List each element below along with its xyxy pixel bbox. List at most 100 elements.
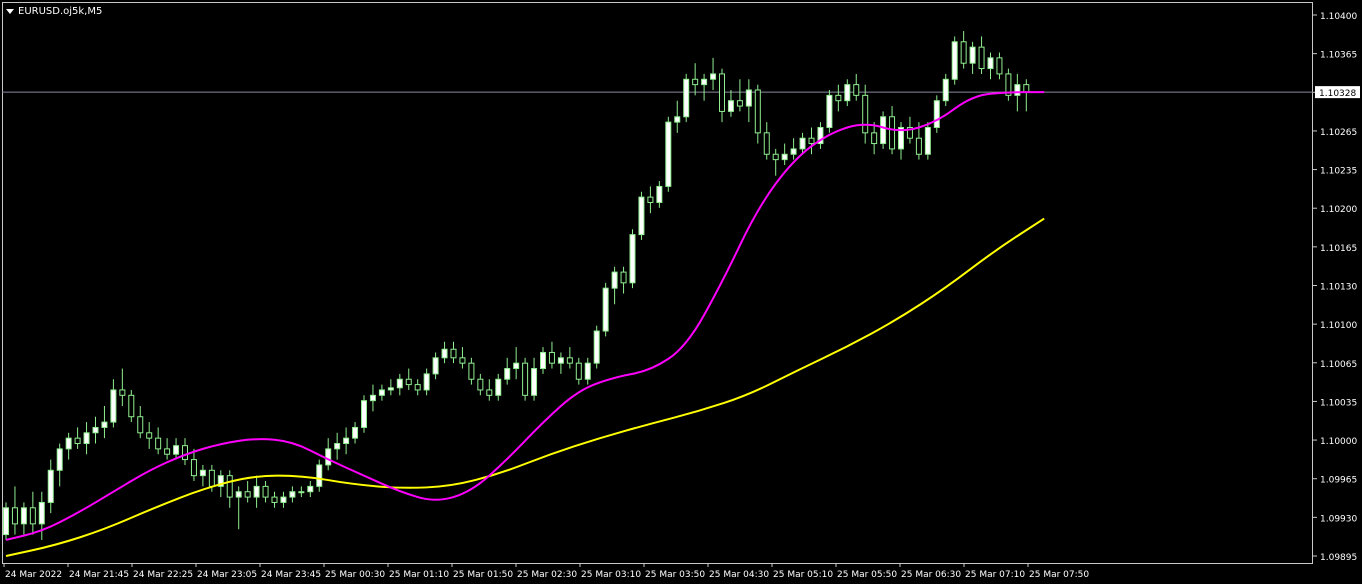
candle-body-bull [1014,84,1021,96]
candle [235,486,242,530]
x-tick-label: 25 Mar 03:10 [581,570,641,580]
candle-body-bull [173,445,180,455]
candle [262,481,269,503]
candle-body-bull [352,426,359,439]
candle [826,89,833,133]
candle [647,186,654,214]
y-tick-label: 1.10365 [1320,51,1357,61]
candle-body-bull [65,437,72,450]
candle-body-bull [987,57,994,70]
candle [119,368,126,407]
candle-body-bull [316,464,323,487]
y-tick-label: 1.10200 [1320,205,1357,215]
candle-body-bear [190,459,197,477]
dropdown-triangle-icon[interactable] [6,8,14,14]
y-tick-label: 1.10265 [1320,128,1357,138]
candle [1023,79,1030,112]
candle [173,438,180,460]
candle-body-bear [889,116,896,150]
candle-body-bear [978,46,985,70]
candle-body-bear [772,153,779,161]
candle [396,373,403,396]
candle [110,379,117,428]
candle-body-bear [11,507,18,525]
candle-body-bear [996,57,1003,75]
x-tick-label: 25 Mar 07:50 [1029,570,1089,580]
candle-body-bull [602,287,609,332]
y-tick-label: 1.10000 [1320,437,1357,447]
candle-body-bear [262,485,269,498]
candle-body-bull [199,469,206,477]
candle-body-bull [369,394,376,402]
candle-body-bull [343,437,350,445]
candle [969,41,976,74]
candle [352,422,359,444]
x-tick-label: 25 Mar 05:50 [837,570,897,580]
candle-body-bull [683,78,690,118]
candle [575,357,582,385]
x-tick-label: 24 Mar 2022 [5,570,62,580]
candle-body-bear [208,469,215,487]
candle [880,111,887,149]
candle [101,406,108,439]
y-tick-label: 1.09895 [1320,553,1357,563]
candle [199,464,206,487]
candle-body-bull [611,271,618,289]
candle [378,384,385,401]
candle [146,422,153,449]
candle [244,481,251,503]
candle-body-bull [638,196,645,236]
candle-body-bear [182,445,188,461]
candle [343,427,350,455]
y-tick-label: 1.10400 [1320,12,1357,22]
candle-body-bull [745,89,752,107]
y-tick-label: 1.10130 [1320,283,1357,293]
candle-body-bear [146,432,153,439]
candle [450,341,457,364]
candle-body-bear [835,94,842,102]
candle-body-bear [486,389,493,396]
candle-body-bear [414,384,421,391]
candlestick-chart[interactable]: 1.104001.103651.103001.102651.102351.102… [0,0,1362,584]
candle [817,122,824,149]
symbol-timeframe-label[interactable]: EURUSD.oj5k,M5 [6,3,102,19]
candle [710,57,717,90]
candle [155,427,162,455]
candle-body-bull [942,78,949,102]
candle [942,73,949,107]
candle [190,448,197,482]
candle-body-bull [378,389,385,396]
candle-body-bear [244,491,251,498]
candle [477,373,484,396]
candle [486,379,493,401]
candle-body-bull [656,185,663,203]
candle-body-bull [727,100,734,112]
candle [307,481,314,498]
x-tick-label: 25 Mar 04:30 [709,570,769,580]
candle [584,357,591,385]
candle [369,384,376,412]
candle-body-bull [334,443,341,450]
candle [978,36,985,74]
candle [280,491,287,508]
candle-body-bull [423,373,430,391]
candle-body-bull [361,400,367,428]
candle-body-bull [504,368,511,380]
chart-window[interactable]: 1.104001.103651.103001.102651.102351.102… [0,0,1362,584]
y-tick-label: 1.09965 [1320,476,1357,486]
candle-body-bear [164,448,171,455]
candle [226,470,233,508]
candle [522,357,529,401]
candle-body-bear [575,362,582,380]
candle [65,432,72,460]
candle [727,89,734,117]
candle [289,486,296,503]
x-tick-label: 25 Mar 06:30 [901,570,961,580]
x-tick-label: 25 Mar 05:10 [773,570,833,580]
candle-body-bull [20,507,27,525]
candle [83,422,90,455]
candle-body-bull [307,485,314,493]
candle [987,52,994,80]
candle-body-bull [92,426,99,434]
candle [432,352,439,380]
